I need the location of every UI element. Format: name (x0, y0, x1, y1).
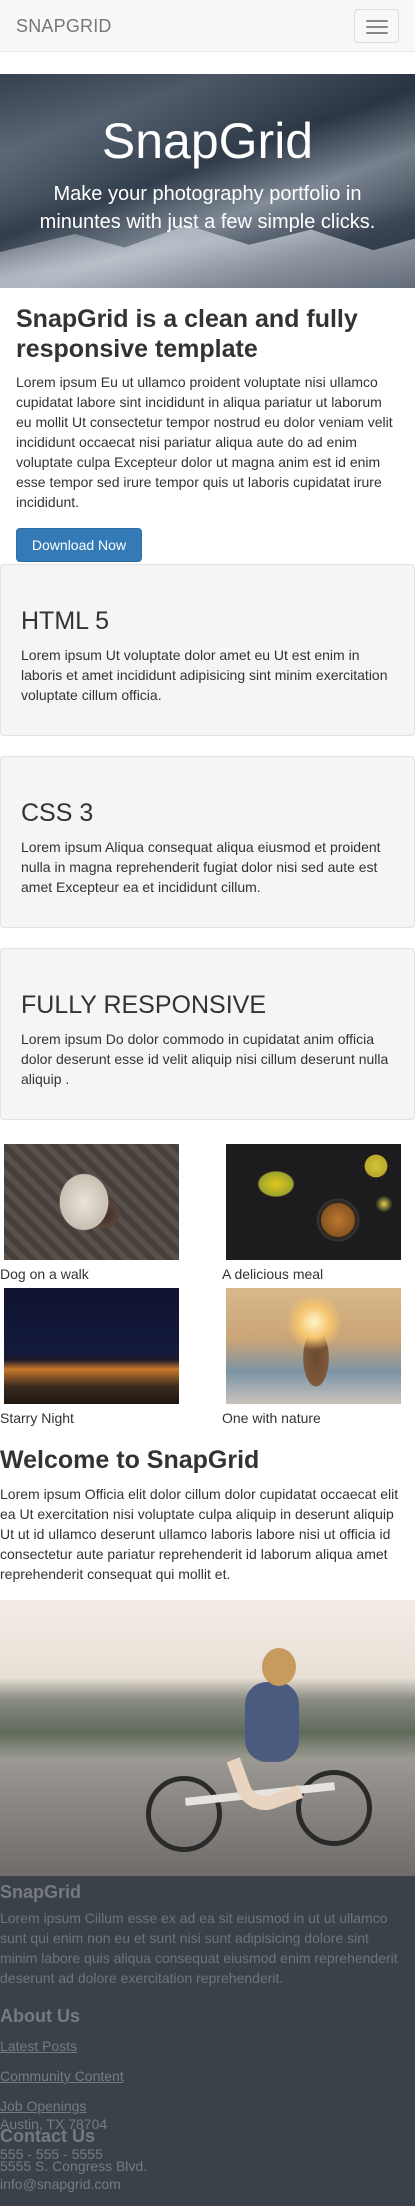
feature-title: CSS 3 (21, 799, 94, 827)
navbar-toggle-button[interactable] (354, 9, 399, 43)
bike-wheel-shape (146, 1776, 222, 1852)
hero-subtitle: Make your photography portfolio in minun… (39, 183, 376, 233)
cyclist-image (0, 1600, 415, 1876)
footer-text: Lorem ipsum Cillum esse ex ad ea sit eiu… (0, 1910, 398, 1986)
feature-text: Lorem ipsum Aliqua consequat aliqua eius… (21, 839, 381, 895)
hamburger-menu-icon (366, 32, 388, 34)
feature-text: Lorem ipsum Do dolor commodo in cupidata… (21, 1031, 389, 1087)
hero-banner: SnapGrid Make your photography portfolio… (0, 74, 415, 288)
feature-title: FULLY RESPONSIVE (21, 991, 266, 1019)
navbar: SNAPGRID (0, 0, 415, 52)
gallery-caption: Starry Night (0, 1410, 74, 1426)
footer-address-line2: Austin, TX 78704 (0, 2116, 108, 2132)
hamburger-menu-icon (366, 20, 388, 22)
welcome-text: Lorem ipsum Officia elit dolor cillum do… (0, 1486, 399, 1582)
gallery-caption: Dog on a walk (0, 1266, 89, 1282)
gallery-caption: One with nature (222, 1410, 321, 1426)
footer-about-title: About Us (0, 2006, 80, 2026)
gallery-image-dog[interactable] (4, 1144, 179, 1260)
gallery-image-meal[interactable] (226, 1144, 401, 1260)
footer-link-community-content[interactable]: Community Content (0, 2068, 124, 2084)
footer-link-latest-posts[interactable]: Latest Posts (0, 2038, 77, 2054)
intro-text: Lorem ipsum Eu ut ullamco proident volup… (16, 374, 393, 510)
rider-body-shape (245, 1682, 299, 1762)
brand-logo[interactable]: SNAPGRID (16, 16, 112, 37)
feature-title: HTML 5 (21, 607, 109, 635)
footer-link-job-openings[interactable]: Job Openings (0, 2098, 86, 2114)
gallery-image-nature[interactable] (226, 1288, 401, 1404)
feature-card-css3: CSS 3 Lorem ipsum Aliqua consequat aliqu… (0, 756, 415, 928)
footer-phone: 555 - 555 - 5555 (0, 2146, 103, 2162)
gallery-caption: A delicious meal (222, 1266, 324, 1282)
welcome-title: Welcome to SnapGrid (0, 1446, 260, 1474)
hero-title: SnapGrid (101, 113, 314, 169)
feature-card-responsive: FULLY RESPONSIVE Lorem ipsum Do dolor co… (0, 948, 415, 1120)
feature-card-html5: HTML 5 Lorem ipsum Ut voluptate dolor am… (0, 564, 415, 736)
intro-title: SnapGrid is a clean and fully responsive… (16, 305, 358, 363)
rider-head-shape (262, 1648, 296, 1686)
hamburger-menu-icon (366, 26, 388, 28)
gallery-image-night[interactable] (4, 1288, 179, 1404)
footer-brand: SnapGrid (0, 1882, 82, 1902)
feature-text: Lorem ipsum Ut voluptate dolor amet eu U… (21, 647, 388, 703)
download-now-button[interactable]: Download Now (16, 528, 142, 562)
footer-email[interactable]: info@snapgrid.com (0, 2176, 121, 2192)
